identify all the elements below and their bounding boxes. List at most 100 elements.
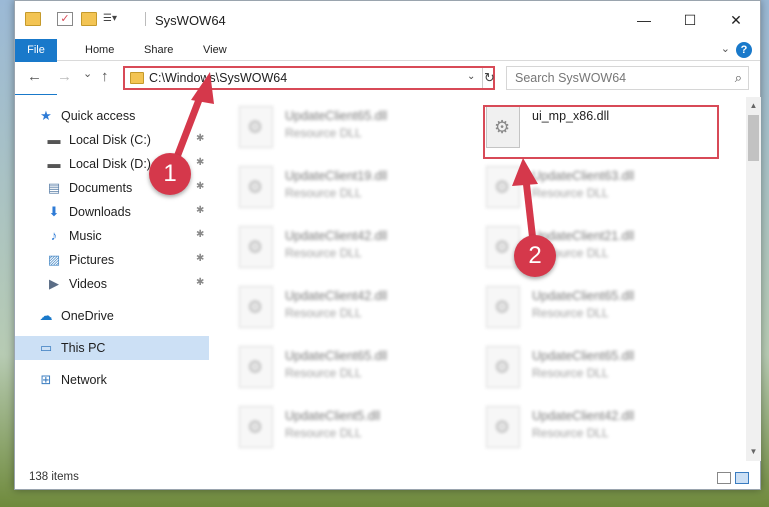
file-type: Resource DLL [532, 366, 609, 380]
gear-icon: ⚙ [247, 237, 264, 257]
large-icons-view-icon[interactable] [735, 472, 749, 484]
file-name: UpdateClient42.dll [532, 409, 635, 423]
back-button[interactable]: ← [27, 68, 42, 85]
sidebar-item-music[interactable]: ♪ Music ✱ [15, 224, 209, 248]
address-dropdown-icon[interactable]: ⌄ [467, 71, 475, 82]
close-button[interactable]: ✕ [713, 1, 759, 39]
sidebar-item-label: Videos [69, 277, 107, 291]
search-box[interactable]: ⌕ [506, 66, 749, 90]
pin-icon[interactable]: ✱ [196, 205, 204, 216]
sidebar-item-downloads[interactable]: ⬇ Downloads ✱ [15, 200, 209, 224]
tab-share[interactable]: Share [144, 39, 173, 61]
star-icon: ★ [40, 108, 52, 123]
minimize-button[interactable]: — [621, 1, 667, 39]
highlight-box [483, 105, 719, 159]
file-item[interactable]: ⚙ UpdateClient42.dll Resource DLL [239, 223, 439, 279]
forward-button[interactable]: → [57, 68, 72, 85]
sidebar-item-videos[interactable]: ▶ Videos ✱ [15, 272, 209, 296]
sidebar-item-label: OneDrive [61, 309, 114, 323]
music-icon: ♪ [50, 228, 58, 243]
scroll-down-icon[interactable]: ▼ [746, 445, 761, 459]
videos-icon: ▶ [49, 276, 59, 291]
file-name: UpdateClient65.dll [532, 349, 635, 363]
expand-ribbon-icon[interactable]: ⌄ [721, 42, 730, 55]
file-name: UpdateClient63.dll [532, 169, 635, 183]
file-item[interactable]: ⚙ UpdateClient5.dll Resource DLL [239, 403, 439, 459]
sidebar-item-label: This PC [61, 341, 106, 355]
sidebar-item-label: Quick access [61, 109, 136, 123]
file-item[interactable]: ⚙ UpdateClient65.dll Resource DLL [239, 103, 439, 159]
file-type: Resource DLL [532, 426, 609, 440]
file-type: Resource DLL [532, 186, 609, 200]
sidebar-item-onedrive[interactable]: ☁ OneDrive [15, 304, 209, 328]
details-view-icon[interactable] [717, 472, 731, 484]
sidebar-item-network[interactable]: ⊞ Network [15, 368, 209, 392]
new-folder-icon[interactable] [81, 12, 97, 26]
pin-icon[interactable]: ✱ [196, 157, 204, 168]
sidebar-item-pictures[interactable]: ▨ Pictures ✱ [15, 248, 209, 272]
dll-file-icon: ⚙ [239, 166, 273, 208]
file-item[interactable]: ⚙ UpdateClient65.dll Resource DLL [239, 343, 439, 399]
pin-icon[interactable]: ✱ [196, 181, 204, 192]
file-name: UpdateClient19.dll [285, 169, 388, 183]
maximize-button[interactable]: ☐ [667, 1, 713, 39]
pin-icon[interactable]: ✱ [196, 229, 204, 240]
dll-file-icon: ⚙ [239, 106, 273, 148]
up-button[interactable]: ↑ [101, 68, 109, 85]
documents-icon: ▤ [47, 180, 61, 195]
pin-icon[interactable]: ✱ [196, 253, 204, 264]
search-icon[interactable]: ⌕ [735, 70, 742, 86]
gear-icon: ⚙ [247, 417, 264, 437]
ribbon-tabs: File Home Share View ⌄ ? [15, 39, 760, 95]
file-name: UpdateClient65.dll [532, 289, 635, 303]
refresh-button[interactable]: ↻ [482, 68, 496, 88]
sidebar-item-quick-access[interactable]: ★ Quick access [15, 104, 209, 128]
pictures-icon: ▨ [47, 252, 61, 267]
recent-locations-button[interactable]: ⌄ [83, 67, 92, 80]
item-count: 138 items [29, 471, 79, 483]
gear-icon: ⚙ [494, 177, 511, 197]
file-item[interactable]: ⚙ UpdateClient63.dll Resource DLL [486, 163, 686, 219]
file-item[interactable]: ⚙ UpdateClient42.dll Resource DLL [239, 283, 439, 339]
pin-icon[interactable]: ✱ [196, 277, 204, 288]
file-item[interactable]: ⚙ UpdateClient65.dll Resource DLL [486, 343, 686, 399]
properties-icon[interactable]: ✓ [57, 12, 73, 26]
vertical-scrollbar[interactable]: ▲ ▼ [746, 97, 761, 461]
onedrive-icon: ☁ [39, 308, 53, 323]
dll-file-icon: ⚙ [239, 226, 273, 268]
search-input[interactable] [507, 67, 717, 89]
file-type: Resource DLL [532, 306, 609, 320]
sidebar-item-label: Music [69, 229, 102, 243]
scrollbar-thumb[interactable] [748, 115, 759, 161]
gear-icon: ⚙ [247, 177, 264, 197]
file-name: UpdateClient42.dll [285, 229, 388, 243]
gear-icon: ⚙ [494, 237, 511, 257]
step-1-callout: 1 [149, 153, 191, 195]
sidebar-item-this-pc[interactable]: ▭ This PC [15, 336, 209, 360]
sidebar-item-local-disk-c[interactable]: ▬ Local Disk (C:) ✱ [15, 128, 209, 152]
file-type: Resource DLL [285, 246, 362, 260]
help-icon[interactable]: ? [736, 42, 752, 58]
file-item[interactable]: ⚙ UpdateClient19.dll Resource DLL [239, 163, 439, 219]
sidebar-item-label: Downloads [69, 205, 131, 219]
sidebar-item-label: Local Disk (D:) [69, 157, 151, 171]
window-title: SysWOW64 [155, 13, 226, 28]
address-path[interactable]: C:\Windows\SysWOW64 [149, 71, 287, 85]
file-name: UpdateClient42.dll [285, 289, 388, 303]
gear-icon: ⚙ [247, 357, 264, 377]
pin-icon[interactable]: ✱ [196, 133, 204, 144]
address-bar[interactable]: C:\Windows\SysWOW64 ⌄ ↻ [123, 66, 495, 90]
status-bar: 138 items [15, 467, 760, 489]
file-item[interactable]: ⚙ UpdateClient65.dll Resource DLL [486, 283, 686, 339]
customize-toolbar-icon[interactable]: ☰▾ [103, 12, 129, 26]
file-item[interactable]: ⚙ UpdateClient42.dll Resource DLL [486, 403, 686, 459]
file-type: Resource DLL [285, 306, 362, 320]
download-icon: ⬇ [48, 204, 60, 219]
dll-file-icon: ⚙ [486, 286, 520, 328]
step-2-callout: 2 [514, 235, 556, 277]
scroll-up-icon[interactable]: ▲ [746, 99, 761, 113]
tab-home[interactable]: Home [85, 39, 114, 61]
tab-view[interactable]: View [203, 39, 227, 61]
gear-icon: ⚙ [494, 417, 511, 437]
navigation-pane: ★ Quick access ▬ Local Disk (C:) ✱ ▬ Local Dis… [15, 97, 209, 459]
